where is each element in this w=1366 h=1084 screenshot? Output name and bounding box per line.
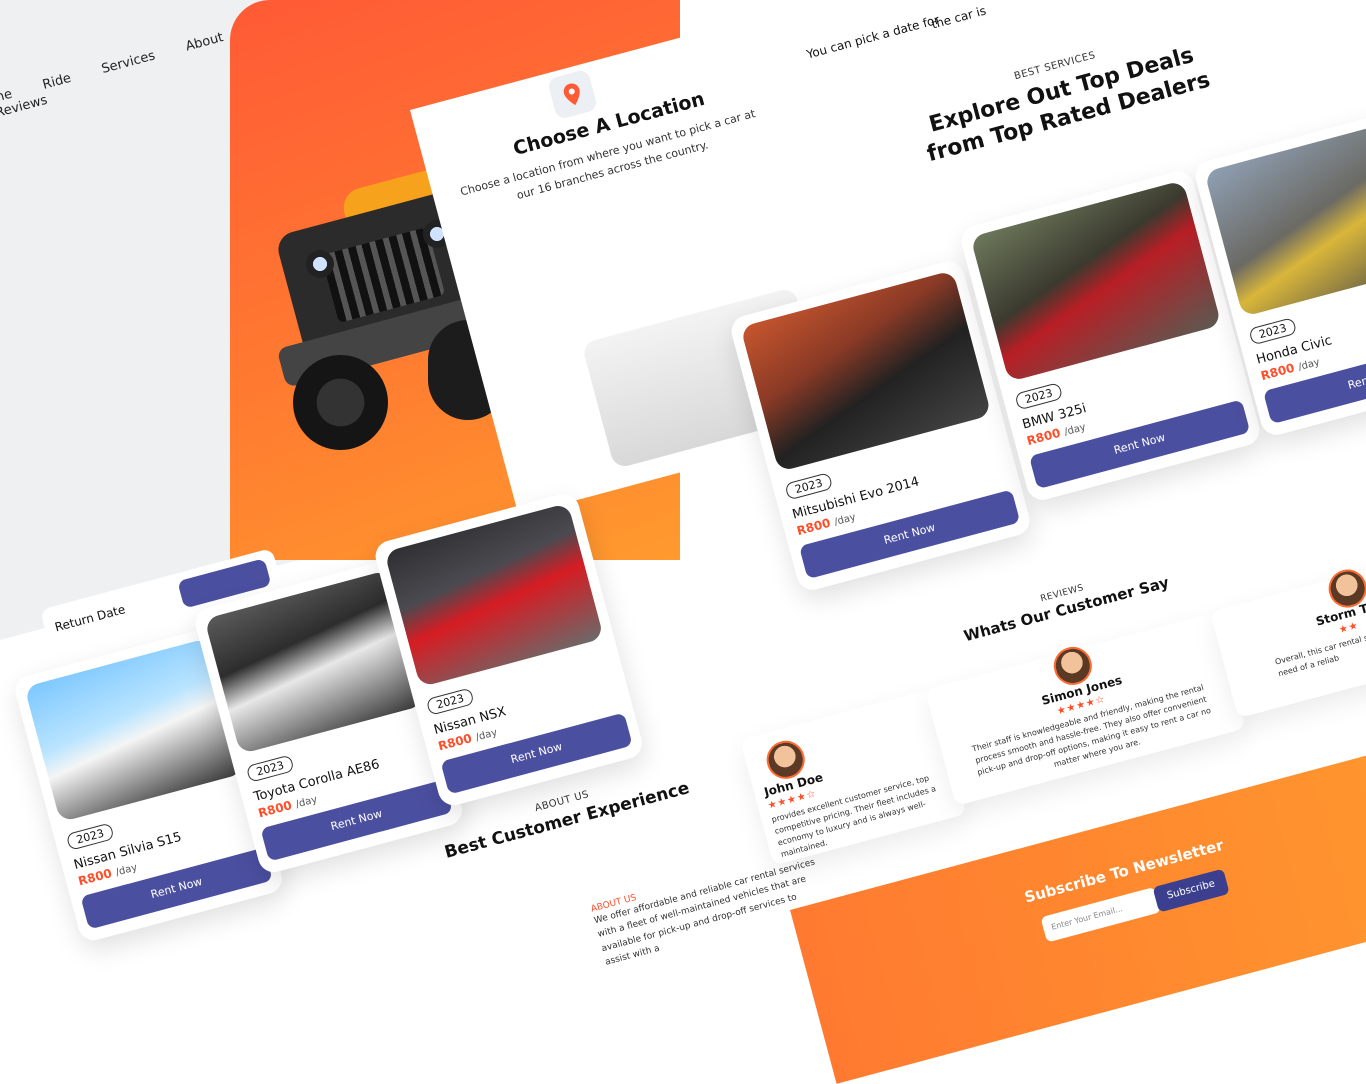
car-year: 2023 bbox=[784, 472, 834, 501]
car-photo-bmw bbox=[970, 180, 1222, 382]
car-year: 2023 bbox=[245, 754, 295, 783]
review-card-3: Storm Th ★★ Overall, this car rental ser… bbox=[1210, 555, 1366, 719]
car-year: 2023 bbox=[1014, 382, 1064, 411]
car-year: 2023 bbox=[65, 822, 115, 851]
pickdate-text-2: the car is bbox=[930, 3, 988, 32]
pickdate-snippet-2: the car is bbox=[930, 4, 988, 32]
location-pin-icon bbox=[546, 68, 599, 121]
car-photo-honda bbox=[1204, 115, 1366, 317]
deals-section: BEST SERVICES Explore Out Top Deals from… bbox=[870, 12, 1256, 180]
return-date-label: Return Date bbox=[53, 602, 127, 635]
subscribe-button[interactable]: Subscribe bbox=[1152, 868, 1230, 913]
car-year: 2023 bbox=[425, 687, 475, 716]
car-year: 2023 bbox=[1248, 317, 1298, 346]
